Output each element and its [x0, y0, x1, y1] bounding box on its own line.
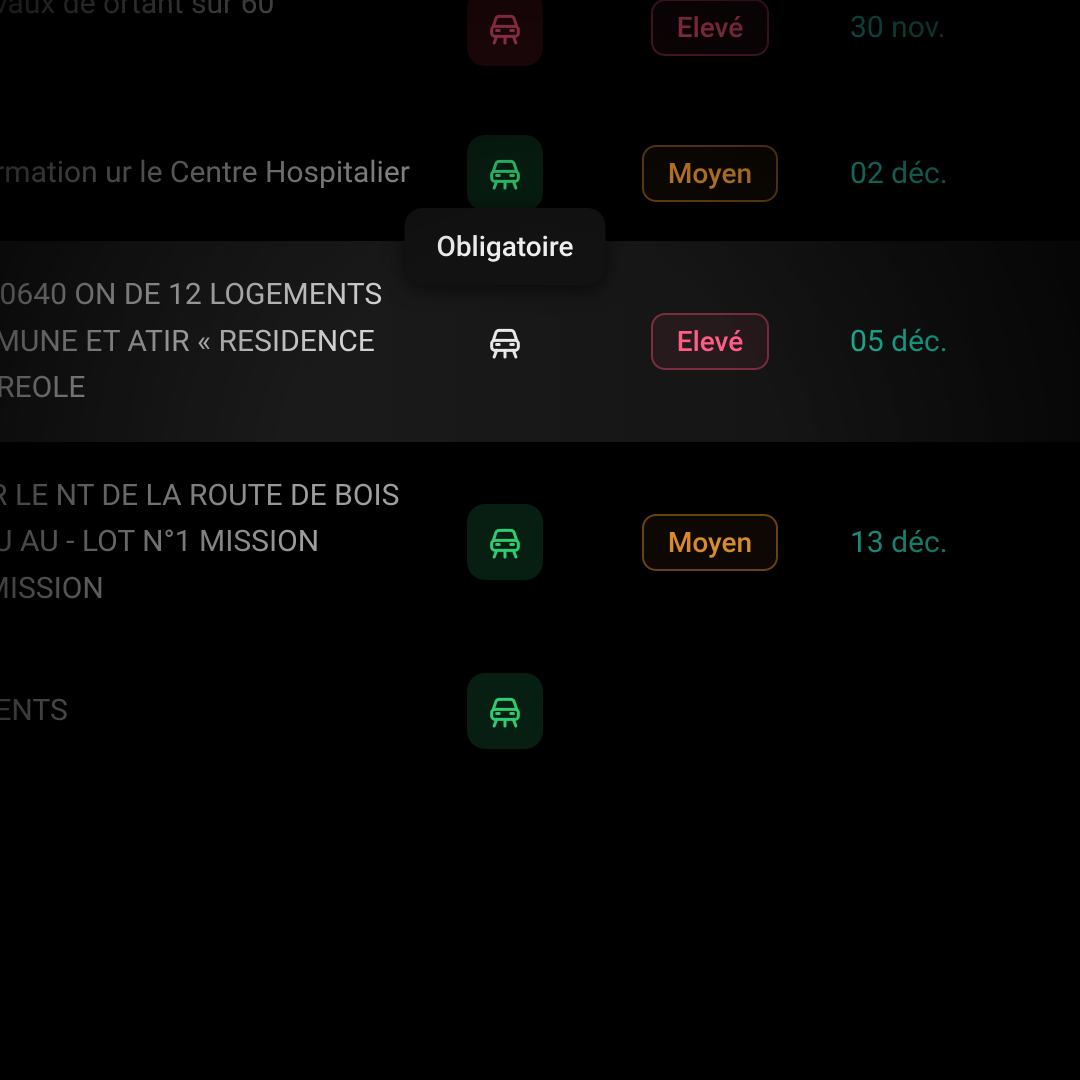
severity-badge: Moyen [642, 145, 778, 202]
table-row[interactable]: ON DE 17 LOGEMENTS [0, 642, 1080, 779]
tender-title: onsultation : 19070640 ON DE 12 LOGEMENT… [0, 272, 430, 412]
visit-cell [430, 673, 580, 749]
table-row[interactable]: onsultation : 19070640 ON DE 12 LOGEMENT… [0, 241, 1080, 442]
severity-cell: Moyen [580, 514, 840, 571]
visit-cell [430, 504, 580, 580]
tender-title: d'un espace de formation ur le Centre Ho… [0, 150, 430, 197]
severity-cell: Elevé [580, 0, 840, 56]
severity-badge: Elevé [651, 313, 770, 370]
severity-badge: Moyen [642, 514, 778, 571]
table-row[interactable]: Bourg 1"<br />Travaux de ortant sur 60 l… [0, 0, 1080, 104]
car-icon[interactable] [467, 673, 543, 749]
visit-cell [430, 135, 580, 211]
severity-cell: Moyen [580, 145, 840, 202]
date-cell: 30 nov. [840, 10, 1020, 45]
car-icon[interactable] [467, 135, 543, 211]
visit-cell: Obligatoire [430, 304, 580, 380]
car-icon[interactable] [467, 504, 543, 580]
date-cell: 05 déc. [840, 324, 1020, 359]
car-icon[interactable] [467, 304, 543, 380]
tender-title: ON DE 17 LOGEMENTS [0, 688, 430, 735]
severity-cell: Elevé [580, 313, 840, 370]
tooltip-obligatoire: Obligatoire [405, 208, 606, 285]
date-cell: 13 déc. [840, 525, 1020, 560]
date-cell: 02 déc. [840, 156, 1020, 191]
visit-cell [430, 0, 580, 66]
car-icon[interactable] [467, 0, 543, 66]
tender-title: TECHNIQUE POUR LE NT DE LA ROUTE DE BOIS… [0, 473, 430, 613]
table-row[interactable]: TECHNIQUE POUR LE NT DE LA ROUTE DE BOIS… [0, 442, 1080, 643]
tender-title: Bourg 1"<br />Travaux de ortant sur 60 l… [0, 0, 430, 74]
severity-badge: Elevé [651, 0, 770, 56]
